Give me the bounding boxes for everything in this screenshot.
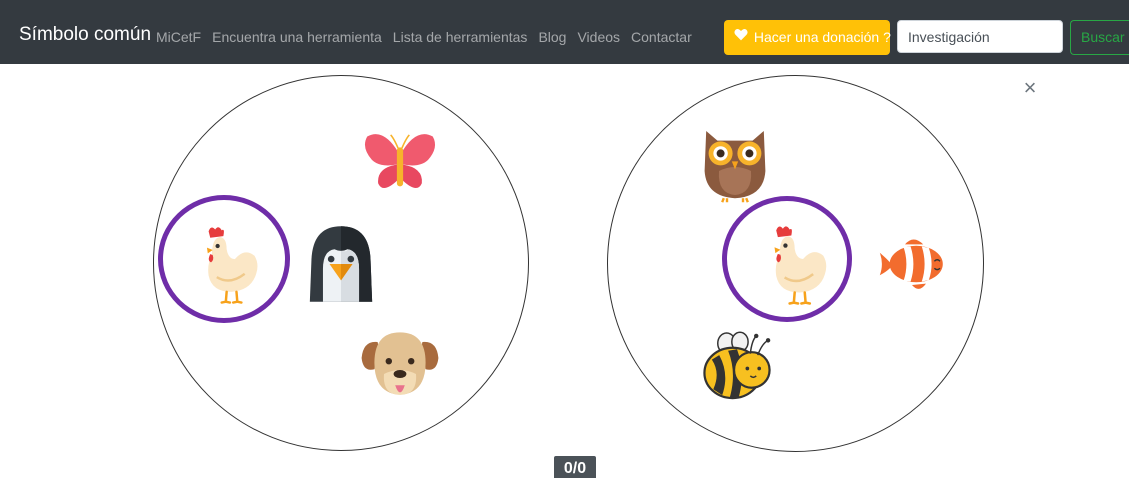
nav-links: MiCetF Encuentra una herramienta Lista d… [156,28,692,46]
donate-label: Hacer una donación ? [753,29,891,45]
heart-icon [734,19,748,54]
nav-link-micetf[interactable]: MiCetF [156,28,201,46]
nav-link-tool-list[interactable]: Lista de herramientas [393,28,528,46]
donate-button[interactable]: Hacer una donación ? [724,19,891,55]
chicken-icon[interactable] [184,222,266,306]
dog-icon[interactable] [359,326,441,406]
owl-icon[interactable] [695,120,775,206]
nav-link-blog[interactable]: Blog [538,28,566,46]
search-button[interactable]: Buscar [1070,20,1129,55]
butterfly-icon[interactable] [358,124,442,202]
bee-icon[interactable] [694,330,780,404]
nav-link-contact[interactable]: Contactar [631,28,692,46]
search-input[interactable] [897,20,1063,53]
nav-link-find-tool[interactable]: Encuentra una herramienta [212,28,382,46]
nav-link-videos[interactable]: Videos [577,28,620,46]
right-symbol-card [607,75,984,452]
left-symbol-card [153,75,529,451]
brand-link[interactable]: Símbolo común [19,23,151,47]
penguin-icon[interactable] [300,222,382,306]
navbar: Símbolo común MiCetF Encuentra una herra… [0,0,1129,64]
score-badge: 0/0 [554,456,596,478]
clownfish-icon[interactable] [870,229,954,299]
close-button[interactable]: × [1021,77,1039,99]
chicken-icon[interactable] [751,222,835,306]
